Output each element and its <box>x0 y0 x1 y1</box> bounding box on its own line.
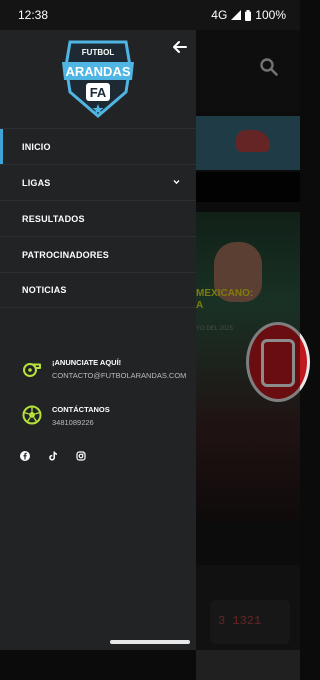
home-indicator[interactable] <box>110 640 190 644</box>
menu-item-label: LIGAS <box>22 177 51 188</box>
status-bar: 12:38 4G 100% <box>0 0 300 30</box>
contact-title: CONTÁCTANOS <box>52 405 110 414</box>
battery-level: 100% <box>255 8 286 22</box>
chevron-down-icon[interactable] <box>173 179 180 185</box>
navigation-drawer: FUTBOL ARANDAS FA INICIO LIGAS RESULTADO… <box>0 30 196 650</box>
menu-item-inicio[interactable]: INICIO <box>0 128 196 165</box>
signal-icon <box>231 10 242 20</box>
soccer-ball-icon <box>22 405 42 425</box>
menu-item-patrocinadores[interactable]: PATROCINADORES <box>0 236 196 272</box>
advertise-email[interactable]: CONTACTO@FUTBOLARANDAS.COM <box>52 371 186 380</box>
futbol-arandas-logo[interactable]: FUTBOL ARANDAS FA <box>60 36 136 118</box>
network-label: 4G <box>211 8 228 22</box>
tiktok-icon[interactable] <box>48 448 58 461</box>
instagram-icon[interactable] <box>76 448 86 461</box>
status-indicators: 4G 100% <box>211 8 286 22</box>
battery-icon <box>245 9 252 21</box>
logo-monogram: FA <box>90 85 107 100</box>
social-links <box>20 448 86 461</box>
phone-contact[interactable]: CONTÁCTANOS 3481089226 <box>22 405 110 427</box>
menu-item-label: INICIO <box>22 141 51 152</box>
menu-item-noticias[interactable]: NOTICIAS <box>0 272 196 308</box>
advertise-contact[interactable]: ¡ANUNCIATE AQUÍ! CONTACTO@FUTBOLARANDAS.… <box>22 358 186 380</box>
menu-item-label: NOTICIAS <box>22 285 67 295</box>
logo-main-text: ARANDAS <box>66 64 131 79</box>
facebook-icon[interactable] <box>20 448 30 461</box>
menu-item-label: PATROCINADORES <box>22 249 109 260</box>
whistle-icon <box>23 363 41 377</box>
menu-item-resultados[interactable]: RESULTADOS <box>0 200 196 236</box>
back-arrow-icon[interactable] <box>172 40 188 54</box>
status-time: 12:38 <box>18 8 49 22</box>
logo-top-text: FUTBOL <box>82 48 115 57</box>
menu-item-ligas[interactable]: LIGAS <box>0 164 196 200</box>
menu-item-label: RESULTADOS <box>22 213 85 224</box>
contact-phone[interactable]: 3481089226 <box>52 418 110 427</box>
advertise-title: ¡ANUNCIATE AQUÍ! <box>52 358 122 367</box>
drawer-menu: INICIO LIGAS RESULTADOS PATROCINADORES N… <box>0 128 196 308</box>
